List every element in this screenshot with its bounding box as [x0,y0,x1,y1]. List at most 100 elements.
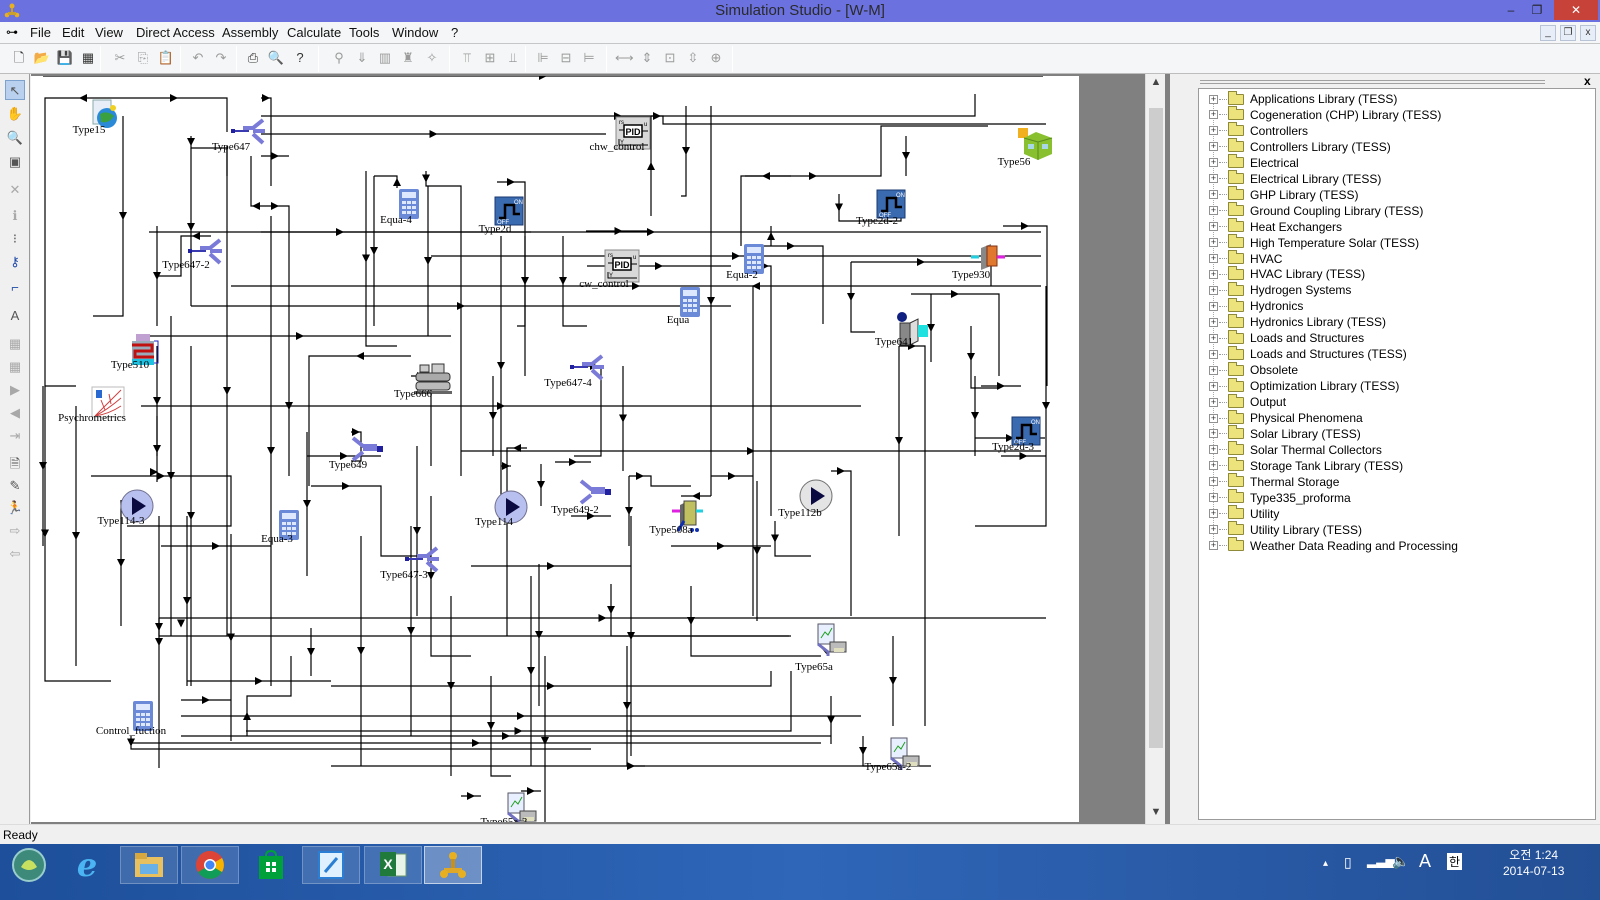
expand-icon[interactable]: + [1209,397,1218,407]
expand-icon[interactable]: + [1209,317,1218,327]
expand-icon[interactable]: + [1209,301,1218,311]
library-item[interactable]: + Applications Library (TESS) [1209,90,1397,107]
connection-line[interactable] [250,156,261,207]
library-item[interactable]: + Thermal Storage [1209,473,1339,490]
connection-line[interactable] [759,265,772,516]
align-bottom-icon[interactable]: ⫫ [504,49,522,67]
simulation-studio-icon[interactable] [424,846,482,884]
connection-line[interactable] [506,447,527,636]
expand-icon[interactable]: + [1209,509,1218,519]
library-item[interactable]: + Loads and Structures (TESS) [1209,345,1407,362]
delete-icon[interactable]: ✕ [5,180,25,200]
connection-line[interactable] [158,618,789,637]
connect-icon[interactable]: ⁝ [5,229,25,249]
import-macro-icon[interactable]: ◀ [5,403,25,423]
component-printer[interactable] [814,622,848,659]
menu-window[interactable]: Window [392,25,438,40]
connection-line[interactable] [93,116,124,317]
connection-line[interactable] [261,205,290,336]
library-item[interactable]: + Weather Data Reading and Processing [1209,537,1458,554]
print-icon[interactable]: ⎙ [244,49,262,67]
connection-line[interactable] [365,171,397,347]
mdi-restore-button[interactable]: ❐ [1560,25,1576,41]
redo-icon[interactable]: ↷ [212,49,230,67]
connection-line[interactable] [44,97,121,387]
clock[interactable]: 오전 1:24 2014-07-13 [1503,847,1564,879]
library-item[interactable]: + Loads and Structures [1209,329,1364,346]
library-item[interactable]: + Hydronics Library (TESS) [1209,313,1386,330]
menu-assembly[interactable]: Assembly [222,25,278,40]
chrome-icon[interactable] [181,846,239,884]
align-top-icon[interactable]: ⫪ [458,49,476,67]
ime-indicator[interactable]: 한 [1447,853,1463,870]
menu-direct-access[interactable]: Direct Access [136,25,215,40]
expand-icon[interactable]: + [1209,142,1218,152]
library-item[interactable]: + High Temperature Solar (TESS) [1209,234,1419,251]
panel-grip[interactable] [1200,80,1545,84]
library-item[interactable]: + Cogeneration (CHP) Library (TESS) [1209,106,1441,123]
connection-line[interactable] [246,671,792,732]
library-item[interactable]: + Solar Thermal Collectors [1209,441,1382,458]
pan-tool-icon[interactable]: ✋ [5,104,25,124]
mdi-close-button[interactable]: x [1580,25,1596,41]
space-vertical-icon[interactable]: ⇕ [638,49,656,67]
same-height-icon[interactable]: ⇳ [684,49,702,67]
close-button[interactable]: ✕ [1554,0,1598,20]
expand-icon[interactable]: + [1209,365,1218,375]
library-item[interactable]: + HVAC [1209,250,1282,267]
library-item[interactable]: + Storage Tank Library (TESS) [1209,457,1403,474]
hierarchy-icon[interactable]: ⚲ [330,49,348,67]
library-item[interactable]: + Optimization Library (TESS) [1209,377,1399,394]
paste-icon[interactable]: 📋 [157,49,175,67]
cut-icon[interactable]: ✂ [111,49,129,67]
menu-view[interactable]: View [95,25,123,40]
library-item[interactable]: + Ground Coupling Library (TESS) [1209,202,1423,219]
menu-file[interactable]: File [30,25,51,40]
mdi-minimize-button[interactable]: _ [1540,25,1556,41]
file-explorer-icon[interactable] [120,846,178,884]
library-item[interactable]: + Electrical Library (TESS) [1209,170,1381,187]
align-left-icon[interactable]: ⊫ [534,49,552,67]
expand-icon[interactable]: + [1209,158,1218,168]
library-item[interactable]: + HVAC Library (TESS) [1209,265,1365,282]
pen-icon[interactable]: ✎ [5,476,25,496]
show-hidden-icons-button[interactable]: ▴ [1323,858,1328,869]
connection-line[interactable] [1003,225,1048,386]
connection-line[interactable] [690,586,821,657]
zoom-window-icon[interactable]: ▣ [5,152,25,172]
battery-icon[interactable]: ▯ [1344,854,1352,871]
start-button[interactable] [0,846,58,884]
save-all-icon[interactable]: ▦ [79,49,97,67]
library-item[interactable]: + Type335_proforma [1209,489,1351,506]
table-icon[interactable]: ▥ [376,49,394,67]
excel-icon[interactable]: X [364,846,422,884]
expand-icon[interactable]: + [1209,94,1218,104]
expand-icon[interactable]: + [1209,477,1218,487]
import-icon[interactable]: ⇓ [353,49,371,67]
menu-tools[interactable]: Tools [349,25,379,40]
expand-icon[interactable]: + [1209,174,1218,184]
expand-icon[interactable]: + [1209,269,1218,279]
canvas-vertical-scrollbar[interactable]: ▲ ▼ [1145,74,1165,824]
copy-icon[interactable]: ⎘ [134,49,152,67]
macro-icon[interactable]: ▦ [5,334,25,354]
expand-icon[interactable]: + [1209,349,1218,359]
new-icon[interactable]: 🗋 [10,49,28,67]
space-horizontal-icon[interactable]: ⟷ [615,49,634,67]
expand-icon[interactable]: + [1209,525,1218,535]
expand-icon[interactable]: + [1209,541,1218,551]
expand-icon[interactable]: + [1209,445,1218,455]
print-preview-icon[interactable]: 🔍 [267,49,285,67]
volume-icon[interactable]: 🔈 [1392,853,1409,870]
connection-line[interactable] [651,115,1046,125]
run-icon[interactable]: 🏃 [5,498,25,518]
connection-line[interactable] [759,245,824,324]
connection-line[interactable] [121,97,228,132]
minimize-button[interactable]: – [1498,0,1524,20]
store-icon[interactable] [242,846,300,884]
library-item[interactable]: + Utility [1209,505,1279,522]
fortran-wizard-icon[interactable]: ✧ [423,49,441,67]
library-item[interactable]: + Obsolete [1209,361,1298,378]
library-item[interactable]: + Hydronics [1209,297,1303,314]
signal-icon[interactable]: ▂▃▅ [1367,854,1395,868]
